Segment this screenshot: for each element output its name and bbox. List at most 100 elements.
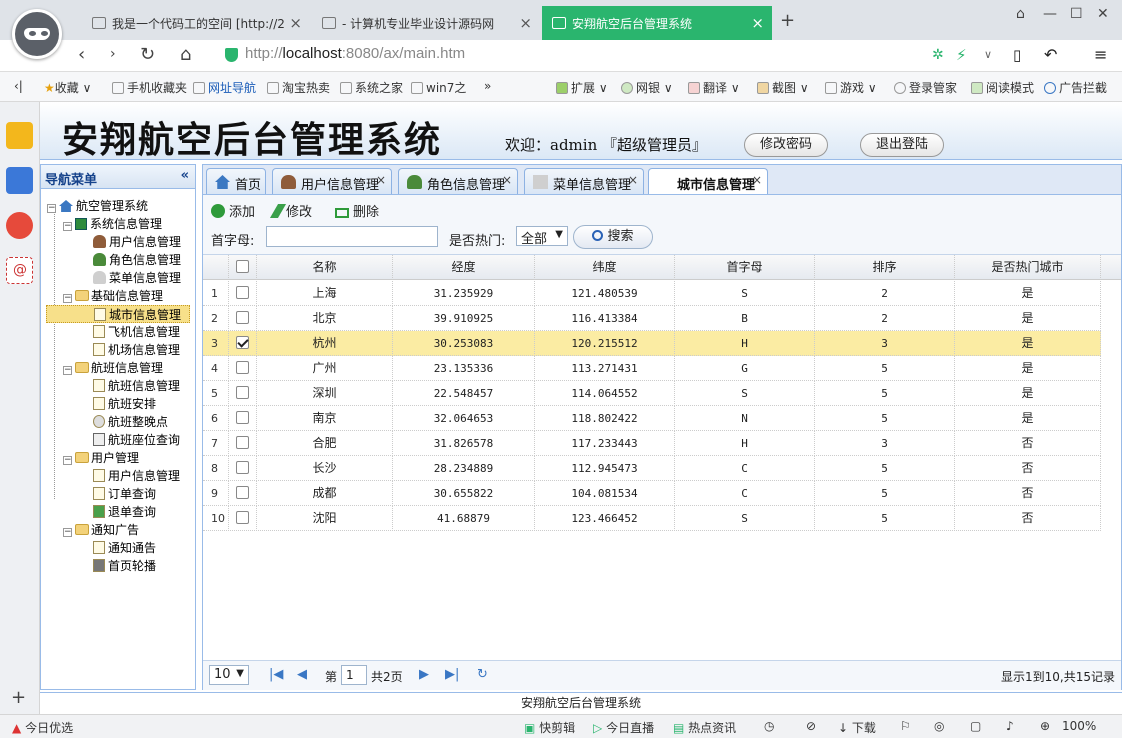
delete-button[interactable]: 删除 (335, 201, 379, 220)
tool-extensions[interactable]: 扩展 ∨ (556, 79, 608, 96)
tab-menu-info[interactable]: 菜单信息管理 × (524, 168, 644, 195)
tree-group-basic[interactable]: − 基础信息管理 (63, 287, 163, 305)
tree-item-seat-query[interactable]: 航班座位查询 (93, 431, 180, 449)
table-row[interactable]: 8 长沙 28.234889 112.945473 C 5 否 (203, 456, 1101, 481)
tree-item-airport-info[interactable]: 机场信息管理 (93, 341, 180, 359)
speed-icon[interactable]: ✲ (932, 47, 944, 63)
status-flag-icon[interactable]: ⚐ (900, 719, 911, 733)
tab-city-info[interactable]: 城市信息管理 × (648, 168, 768, 196)
is-hot-select[interactable]: 全部 ▼ (516, 226, 568, 247)
tab-user-info[interactable]: 用户信息管理 × (272, 168, 392, 195)
row-checkbox[interactable] (229, 406, 257, 431)
more-bookmarks-icon[interactable]: » (484, 79, 491, 93)
tree-item-notice[interactable]: 通知通告 (93, 539, 156, 557)
row-checkbox[interactable] (229, 431, 257, 456)
edit-button[interactable]: 修改 (269, 201, 312, 220)
checkbox[interactable] (236, 336, 249, 349)
status-sound-icon[interactable]: ♪ (1006, 719, 1014, 733)
status-news[interactable]: ▤ 热点资讯 (673, 719, 736, 736)
bookmark-win7[interactable]: win7之 (411, 79, 466, 96)
refresh-icon[interactable]: ↻ (477, 667, 488, 682)
col-name-header[interactable]: 名称 (257, 255, 393, 280)
change-password-button[interactable]: 修改密码 (744, 133, 828, 157)
tree-item-flight-delay[interactable]: 航班整晚点 (93, 413, 168, 431)
tree-group-flight[interactable]: − 航班信息管理 (63, 359, 163, 377)
close-icon[interactable]: × (289, 14, 302, 32)
tool-reader-mode[interactable]: 阅读模式 (971, 79, 1034, 96)
tree-group-user[interactable]: − 用户管理 (63, 449, 139, 467)
browser-logo[interactable] (12, 9, 62, 59)
bookmark-xtzj[interactable]: 系统之家 (340, 79, 403, 96)
lightning-icon[interactable]: ⚡ (956, 46, 967, 64)
tree-item-banner[interactable]: 首页轮播 (93, 557, 156, 575)
new-tab-button[interactable]: + (780, 10, 795, 31)
table-row[interactable]: 4 广州 23.135336 113.271431 G 5 是 (203, 356, 1101, 381)
tree-item-flight-info[interactable]: 航班信息管理 (93, 377, 180, 395)
close-icon[interactable]: × (628, 173, 638, 187)
first-letter-input[interactable] (266, 226, 438, 247)
status-no-image-icon[interactable]: ⊘ (806, 719, 816, 733)
table-row[interactable]: 10 沈阳 41.68879 123.466452 S 5 否 (203, 506, 1101, 531)
checkbox[interactable] (236, 486, 249, 499)
status-zoom-icon[interactable]: ⊕ (1040, 719, 1050, 733)
checkbox[interactable] (236, 511, 249, 524)
tool-translate[interactable]: 翻译 ∨ (688, 79, 740, 96)
checkbox[interactable] (236, 386, 249, 399)
tree-group-notice[interactable]: − 通知广告 (63, 521, 139, 539)
tool-games[interactable]: 游戏 ∨ (825, 79, 877, 96)
status-window-icon[interactable]: ▢ (970, 719, 981, 733)
checkbox[interactable] (236, 411, 249, 424)
col-order-header[interactable]: 排序 (815, 255, 955, 280)
col-latitude-header[interactable]: 纬度 (535, 255, 675, 280)
first-page-icon[interactable]: |◀ (269, 667, 283, 682)
tree-item-plane-info[interactable]: 飞机信息管理 (93, 323, 180, 341)
last-page-icon[interactable]: ▶| (445, 667, 459, 682)
close-icon[interactable]: × (519, 14, 532, 32)
checkbox[interactable] (236, 461, 249, 474)
status-browser-icon[interactable]: ◎ (934, 719, 944, 733)
table-row[interactable]: 6 南京 32.064653 118.802422 N 5 是 (203, 406, 1101, 431)
tab-home[interactable]: 首页 (206, 168, 266, 195)
tool-adblock[interactable]: 广告拦截 (1044, 79, 1107, 96)
table-row[interactable]: 9 成都 30.655822 104.081534 C 5 否 (203, 481, 1101, 506)
tree-item-user-info[interactable]: 用户信息管理 (93, 233, 181, 251)
checkbox[interactable] (236, 436, 249, 449)
tree-item-role-info[interactable]: 角色信息管理 (93, 251, 181, 269)
status-download[interactable]: ↓ 下载 (838, 719, 876, 736)
row-checkbox[interactable] (229, 331, 257, 356)
browser-tab-1[interactable]: 我是一个代码工的空间 [http://2 × (82, 6, 310, 40)
mail-icon[interactable]: @ (6, 257, 33, 284)
page-size-select[interactable]: 10 ▼ (209, 665, 249, 685)
bookmark-mobile[interactable]: 手机收藏夹 (112, 79, 187, 96)
select-all-checkbox[interactable] (229, 255, 257, 280)
prev-page-icon[interactable]: ◀ (297, 667, 307, 682)
tree-root[interactable]: − 航空管理系统 (47, 197, 148, 215)
page-number-input[interactable]: 1 (341, 665, 367, 685)
tree-item-order-query[interactable]: 订单查询 (93, 485, 156, 503)
browser-tab-2[interactable]: - 计算机专业毕业设计源码网 × (312, 6, 540, 40)
add-button[interactable]: 添加 (211, 201, 255, 220)
table-row[interactable]: 7 合肥 31.826578 117.233443 H 3 否 (203, 431, 1101, 456)
tree-item-flight-schedule[interactable]: 航班安排 (93, 395, 156, 413)
table-row[interactable]: 5 深圳 22.548457 114.064552 S 5 是 (203, 381, 1101, 406)
col-letter-header[interactable]: 首字母 (675, 255, 815, 280)
close-icon[interactable]: × (376, 173, 386, 187)
row-checkbox[interactable] (229, 506, 257, 531)
url-text[interactable]: http://localhost:8080/ax/main.htm (245, 45, 465, 62)
checkbox[interactable] (236, 361, 249, 374)
row-checkbox[interactable] (229, 356, 257, 381)
status-live[interactable]: ▷ 今日直播 (593, 719, 654, 736)
weibo-icon[interactable] (6, 212, 33, 239)
phone-icon[interactable]: ▯ (1013, 46, 1021, 64)
tool-screenshot[interactable]: 截图 ∨ (757, 79, 809, 96)
tool-login-manager[interactable]: 登录管家 (894, 79, 957, 96)
row-checkbox[interactable] (229, 481, 257, 506)
logout-button[interactable]: 退出登陆 (860, 133, 944, 157)
favorites-star-icon[interactable] (6, 122, 33, 149)
col-hot-header[interactable]: 是否热门城市 (955, 255, 1101, 280)
tree-item-refund-query[interactable]: 退单查询 (93, 503, 156, 521)
chevron-down-icon[interactable]: ∨ (984, 48, 992, 61)
collapse-icon[interactable]: « (181, 168, 189, 183)
reload-button[interactable]: ↻ (140, 44, 155, 65)
forward-button[interactable]: › (110, 46, 116, 62)
